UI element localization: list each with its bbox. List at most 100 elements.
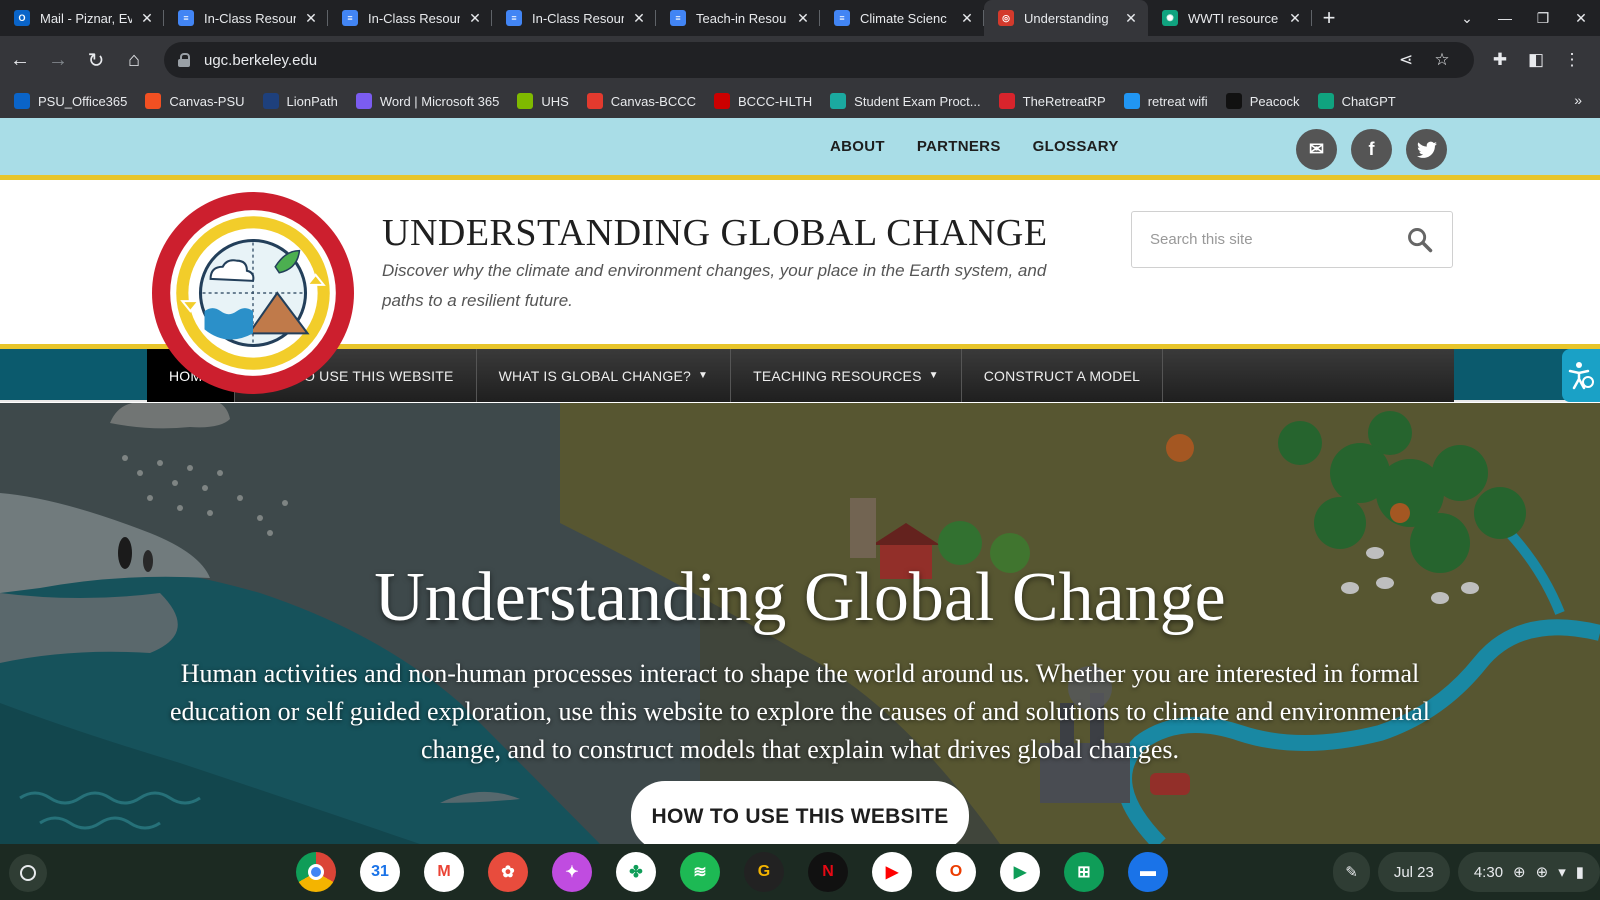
search-icon[interactable] [1406, 226, 1434, 254]
upload-status-icon: ⊕ [1513, 864, 1526, 881]
chevron-down-icon: ▼ [928, 370, 939, 381]
tab-favicon-icon: ≡ [342, 10, 358, 26]
bookmark-item[interactable]: Student Exam Proct... [830, 93, 981, 109]
bookmark-item[interactable]: UHS [517, 93, 569, 109]
close-tab-icon[interactable]: ✕ [958, 10, 976, 27]
add-icon: ⊕ [1535, 864, 1549, 881]
bookmark-item[interactable]: PSU_Office365 [14, 93, 127, 109]
calendar-app-icon[interactable]: 31 [360, 852, 400, 892]
close-tab-icon[interactable]: ✕ [138, 10, 156, 27]
side-panel-icon[interactable]: ◧ [1518, 50, 1554, 70]
files-app-icon[interactable]: ▬ [1128, 852, 1168, 892]
url-text[interactable]: ugc.berkeley.edu [204, 52, 1388, 69]
share-icon[interactable]: ⋖ [1388, 50, 1424, 70]
bookmark-favicon-icon [714, 93, 731, 109]
email-icon[interactable]: ✉ [1296, 129, 1337, 170]
gmail-app-icon[interactable]: M [424, 852, 464, 892]
bookmark-item[interactable]: Word | Microsoft 365 [355, 93, 499, 109]
bookmark-favicon-icon [145, 93, 162, 109]
sheets-app-icon[interactable]: ⊞ [1064, 852, 1104, 892]
bookmark-item[interactable]: Canvas-PSU [145, 93, 245, 109]
bookmark-item[interactable]: ChatGPT [1317, 93, 1396, 109]
search-input[interactable] [1150, 231, 1406, 248]
status-tray: ✎ Jul 23 4:30 ⊕ ⊕ ▾ ▮ [1333, 852, 1600, 892]
launcher-icon[interactable] [9, 854, 47, 892]
bookmark-item[interactable]: retreat wifi [1123, 93, 1208, 109]
restore-icon[interactable]: ❐ [1524, 10, 1562, 27]
new-tab-button[interactable]: + [1312, 0, 1346, 36]
facebook-icon[interactable]: f [1351, 129, 1392, 170]
bookmark-item[interactable]: TheRetreatRP [998, 93, 1106, 109]
twitter-icon[interactable] [1406, 129, 1447, 170]
chrome-app-icon[interactable] [296, 852, 336, 892]
bookmark-favicon-icon [998, 93, 1015, 109]
play-store-app-icon[interactable]: ▶ [1000, 852, 1040, 892]
main-nav-item[interactable]: WHAT IS GLOBAL CHANGE? ▼ [477, 349, 732, 402]
browser-tab[interactable]: ≡ Teach-in Resou ✕ [656, 0, 820, 36]
close-tab-icon[interactable]: ✕ [794, 10, 812, 27]
spotify-app-icon[interactable]: ≋ [680, 852, 720, 892]
menu-icon[interactable]: ⋮ [1554, 50, 1590, 70]
bookmark-star-icon[interactable]: ☆ [1424, 50, 1460, 70]
how-to-use-button[interactable]: HOW TO USE THIS WEBSITE [631, 781, 969, 844]
web-page: ABOUT PARTNERS GLOSSARY ✉ f UNDERSTANDIN… [0, 118, 1600, 844]
browser-tab[interactable]: ≡ In-Class Resour ✕ [328, 0, 492, 36]
browser-tab[interactable]: ◎ Understanding ✕ [984, 0, 1148, 36]
browser-tab[interactable]: ≡ In-Class Resour ✕ [492, 0, 656, 36]
netflix-app-icon[interactable]: N [808, 852, 848, 892]
nav-glossary[interactable]: GLOSSARY [1033, 138, 1119, 155]
browser-tab[interactable]: ≡ Climate Scienc ✕ [820, 0, 984, 36]
site-logo[interactable] [152, 192, 354, 394]
nav-about[interactable]: ABOUT [830, 138, 885, 155]
hero-banner: Understanding Global Change Human activi… [0, 403, 1600, 844]
accessibility-icon[interactable] [1562, 349, 1600, 402]
extensions-icon[interactable]: ✚ [1482, 50, 1518, 70]
close-tab-icon[interactable]: ✕ [1286, 10, 1304, 27]
bookmark-item[interactable]: LionPath [262, 93, 338, 109]
pen-icon[interactable]: ✎ [1333, 852, 1370, 892]
close-tab-icon[interactable]: ✕ [466, 10, 484, 27]
bookmark-item[interactable]: Peacock [1225, 93, 1300, 109]
office-app-icon[interactable]: O [936, 852, 976, 892]
tab-title: In-Class Resour [368, 10, 460, 26]
close-tab-icon[interactable]: ✕ [630, 10, 648, 27]
tab-favicon-icon: ◎ [998, 10, 1014, 26]
browser-tab[interactable]: ≡ In-Class Resour ✕ [164, 0, 328, 36]
lock-icon[interactable] [178, 53, 190, 67]
canvas-app-icon[interactable]: ✿ [488, 852, 528, 892]
bookmark-label: LionPath [286, 93, 338, 109]
close-window-icon[interactable]: ✕ [1562, 10, 1600, 27]
tab-title: Teach-in Resou [696, 10, 787, 26]
more-bookmarks-icon[interactable]: » [1574, 92, 1582, 108]
forward-icon[interactable]: → [40, 42, 76, 78]
reload-icon[interactable]: ↻ [78, 42, 114, 78]
chevron-down-icon: ▼ [697, 370, 709, 381]
youtube-app-icon[interactable]: ▶ [872, 852, 912, 892]
minimize-icon[interactable]: — [1486, 10, 1524, 26]
bookmark-favicon-icon [1225, 93, 1242, 109]
bookmark-item[interactable]: Canvas-BCCC [586, 93, 696, 109]
site-title[interactable]: UNDERSTANDING GLOBAL CHANGE [382, 211, 1048, 255]
main-nav-item[interactable]: TEACHING RESOURCES ▼ [731, 349, 962, 402]
tab-title: In-Class Resour [204, 10, 296, 26]
close-tab-icon[interactable]: ✕ [1122, 10, 1140, 27]
photos-app-icon[interactable]: ✤ [616, 852, 656, 892]
browser-tab[interactable]: O Mail - Piznar, Ev ✕ [0, 0, 164, 36]
top-nav: ABOUT PARTNERS GLOSSARY [830, 138, 1119, 155]
system-tray[interactable]: 4:30 ⊕ ⊕ ▾ ▮ [1457, 852, 1600, 892]
back-icon[interactable]: ← [2, 42, 38, 78]
main-nav-item[interactable]: CONSTRUCT A MODEL [962, 349, 1164, 402]
tab-title: Understanding [1024, 10, 1109, 26]
screencast-app-icon[interactable]: ✦ [552, 852, 592, 892]
goodnotes-app-icon[interactable]: G [744, 852, 784, 892]
close-tab-icon[interactable]: ✕ [302, 10, 320, 27]
bookmark-item[interactable]: BCCC-HLTH [714, 93, 812, 109]
home-icon[interactable]: ⌂ [116, 42, 152, 78]
site-search[interactable] [1131, 211, 1453, 268]
date-pill[interactable]: Jul 23 [1377, 852, 1450, 892]
address-bar[interactable]: ugc.berkeley.edu ⋖ ☆ [164, 42, 1474, 78]
browser-tab[interactable]: ✺ WWTI resource ✕ [1148, 0, 1312, 36]
hero-title: Understanding Global Change [374, 559, 1226, 636]
nav-partners[interactable]: PARTNERS [917, 138, 1001, 155]
tab-search-icon[interactable]: ⌄ [1448, 10, 1486, 27]
